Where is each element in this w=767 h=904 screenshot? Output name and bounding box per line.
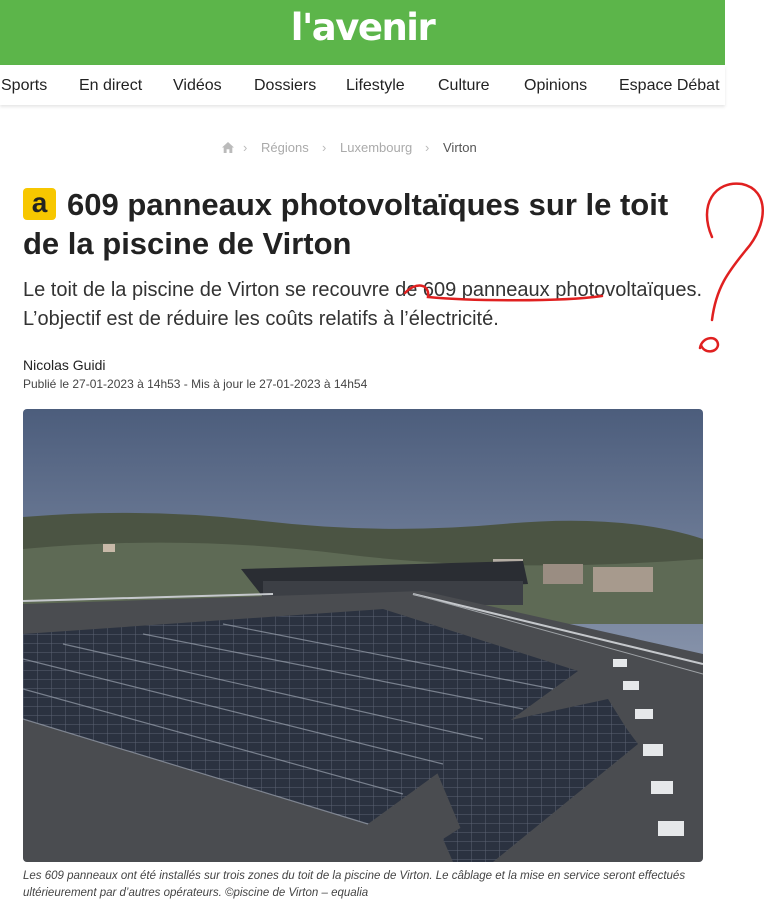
nav-item-culture[interactable]: Culture xyxy=(438,77,490,95)
nav-item-dossiers[interactable]: Dossiers xyxy=(254,77,316,95)
nav-item-opinions[interactable]: Opinions xyxy=(524,77,587,95)
breadcrumb-item-regions[interactable]: Régions xyxy=(261,140,309,155)
photo-caption: Les 609 panneaux ont été installés sur t… xyxy=(23,870,686,899)
author-name[interactable]: Nicolas Guidi xyxy=(23,357,105,373)
chevron-right-icon: › xyxy=(322,140,327,155)
site-logo[interactable]: l'avenir xyxy=(0,6,725,49)
photo-solar-roof xyxy=(23,409,703,862)
chevron-right-icon: › xyxy=(243,140,248,155)
main-nav: Sports En direct Vidéos Dossiers Lifesty… xyxy=(0,65,725,105)
breadcrumb-item-virton: Virton xyxy=(443,140,477,155)
breadcrumb: › Régions › Luxembourg › Virton xyxy=(0,140,725,156)
nav-item-espace-debat[interactable]: Espace Débat xyxy=(619,77,720,95)
breadcrumb-item-luxembourg[interactable]: Luxembourg xyxy=(340,140,412,155)
red-question-dot xyxy=(698,337,720,353)
article-title: 609 panneaux photovoltaïques sur le toit… xyxy=(23,187,669,261)
nav-item-videos[interactable]: Vidéos xyxy=(173,77,222,95)
home-icon[interactable] xyxy=(221,141,235,154)
nav-item-lifestyle[interactable]: Lifestyle xyxy=(346,77,405,95)
nav-item-en-direct[interactable]: En direct xyxy=(79,77,142,95)
chevron-right-icon: › xyxy=(425,140,430,155)
article-photo[interactable] xyxy=(23,409,703,862)
publication-dates: Publié le 27-01-2023 à 14h53 - Mis à jou… xyxy=(23,377,368,391)
nav-item-sports[interactable]: Sports xyxy=(1,77,47,95)
article-lead: Le toit de la piscine de Virton se recou… xyxy=(23,279,702,330)
header-bar: l'avenir xyxy=(0,0,725,65)
red-question-mark-icon xyxy=(705,182,764,322)
